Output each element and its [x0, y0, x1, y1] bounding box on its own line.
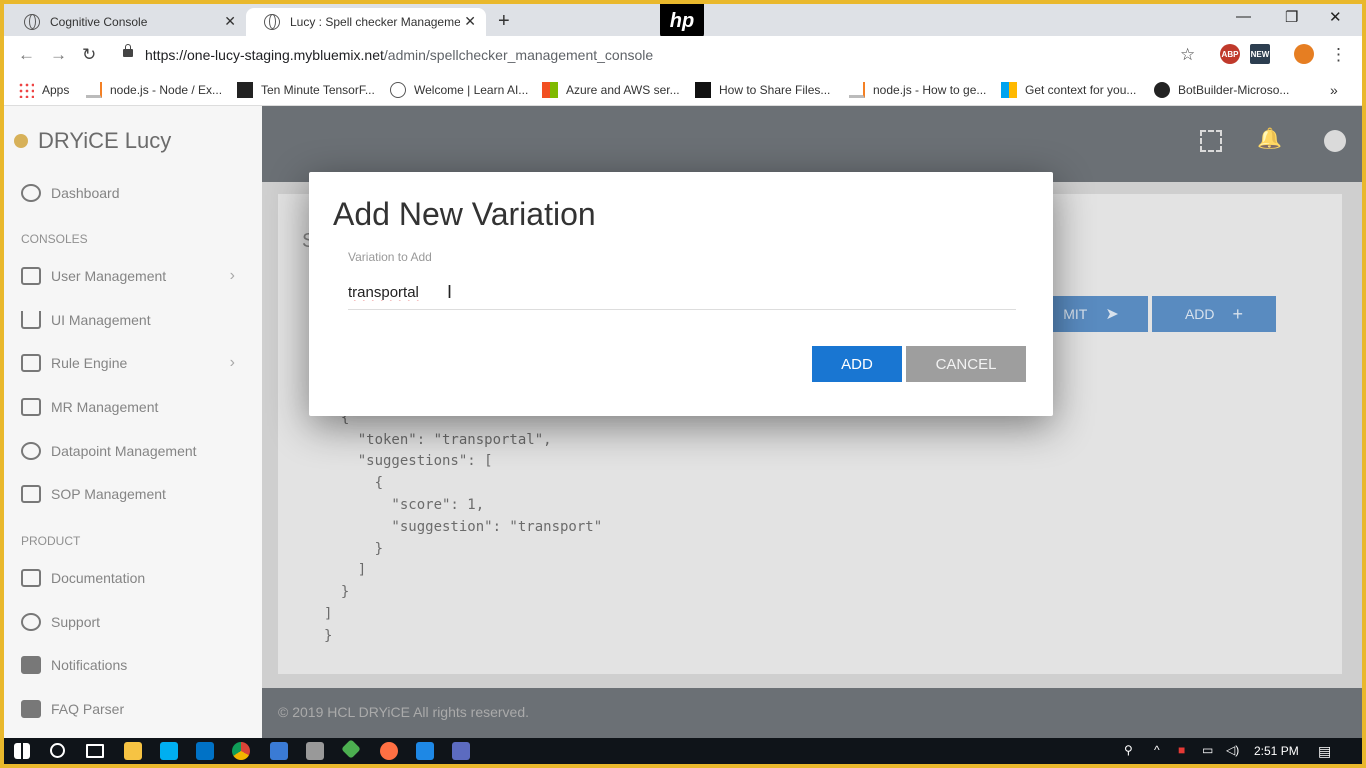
tray-chevron-icon[interactable]: ^	[1154, 743, 1160, 757]
news-extension-icon[interactable]: NEW	[1250, 44, 1270, 64]
more-bookmarks-button[interactable]: »	[1330, 82, 1338, 98]
hp-logo: hp	[660, 4, 704, 38]
stackoverflow-icon	[849, 82, 865, 98]
menu-kebab-icon[interactable]: ⋮	[1330, 45, 1347, 65]
bookmark-star-icon[interactable]: ☆	[1180, 45, 1195, 65]
network-app-icon[interactable]	[270, 742, 288, 760]
bookmark-apps[interactable]: Apps	[18, 82, 69, 98]
sourcetree-icon[interactable]	[341, 739, 361, 759]
tab-title: Lucy : Spell checker Managemen	[290, 15, 460, 29]
bookmark-learn-ai[interactable]: Welcome | Learn AI...	[390, 82, 528, 98]
screen-frame: Cognitive Console ✕ Lucy : Spell checker…	[4, 4, 1362, 764]
reload-icon[interactable]: ↻	[82, 45, 96, 65]
file-explorer-icon[interactable]	[124, 742, 142, 760]
window-close-icon[interactable]: ✕	[1329, 8, 1342, 26]
tab-title: Cognitive Console	[50, 15, 148, 29]
modal-overlay: Add New Variation Variation to Add I ADD…	[4, 106, 1362, 738]
bookmark-get-context[interactable]: Get context for you...	[1001, 82, 1136, 98]
address-bar[interactable]: https://one-lucy-staging.mybluemix.net/a…	[145, 47, 653, 63]
tools-app-icon[interactable]	[306, 742, 324, 760]
task-view-icon[interactable]	[86, 744, 104, 758]
bookmark-tensorflow[interactable]: Ten Minute TensorF...	[237, 82, 375, 98]
add-variation-button[interactable]: ADD	[812, 346, 902, 382]
add-variation-dialog: Add New Variation Variation to Add I ADD…	[309, 172, 1053, 416]
restore-icon[interactable]: ❐	[1285, 8, 1298, 26]
windows-taskbar: ⚲ ^ ■ ▭ ◁) 2:51 PM ▤	[4, 738, 1362, 764]
bookmark-share-files[interactable]: How to Share Files...	[695, 82, 830, 98]
windows-start-icon[interactable]	[14, 743, 30, 759]
dialog-title: Add New Variation	[333, 196, 596, 232]
lock-icon	[123, 44, 133, 57]
chrome-icon[interactable]	[232, 742, 250, 760]
volume-icon[interactable]: ◁)	[1226, 743, 1239, 757]
browser-tab-cognitive-console[interactable]: Cognitive Console ✕	[6, 8, 246, 36]
browser-toolbar: ← → ↻ https://one-lucy-staging.mybluemix…	[4, 36, 1362, 74]
bookmark-botbuilder[interactable]: BotBuilder-Microso...	[1154, 82, 1289, 98]
adblock-icon[interactable]: ABP	[1220, 44, 1240, 64]
htg-icon	[695, 82, 711, 98]
apps-grid-icon	[18, 82, 34, 98]
github-icon	[1154, 82, 1170, 98]
url-path: /admin/spellchecker_management_console	[383, 47, 654, 63]
variation-field-label: Variation to Add	[348, 250, 432, 264]
close-icon[interactable]: ✕	[464, 13, 476, 30]
battery-icon[interactable]: ▭	[1202, 743, 1213, 757]
skype-icon[interactable]	[160, 742, 178, 760]
bookmarks-bar: Apps node.js - Node / Ex... Ten Minute T…	[4, 74, 1362, 106]
browser-tab-lucy[interactable]: Lucy : Spell checker Managemen ✕	[246, 8, 486, 36]
profile-avatar-icon[interactable]	[1294, 44, 1314, 64]
bookmark-azure-aws[interactable]: Azure and AWS ser...	[542, 82, 680, 98]
minimize-icon[interactable]: —	[1236, 8, 1251, 25]
tensorflow-icon	[237, 82, 253, 98]
browser-tabstrip: Cognitive Console ✕ Lucy : Spell checker…	[4, 4, 1362, 38]
globe-icon	[390, 82, 406, 98]
cancel-button[interactable]: CANCEL	[906, 346, 1026, 382]
stackoverflow-icon	[86, 82, 102, 98]
security-tray-icon[interactable]: ■	[1178, 743, 1185, 757]
bookmark-node-express[interactable]: node.js - Node / Ex...	[86, 82, 222, 98]
outlook-icon[interactable]	[196, 742, 214, 760]
teams-icon[interactable]	[452, 742, 470, 760]
close-icon[interactable]: ✕	[224, 13, 236, 30]
globe-icon	[264, 14, 280, 30]
vscode-icon[interactable]	[416, 742, 434, 760]
people-icon[interactable]: ⚲	[1124, 743, 1133, 757]
new-tab-button[interactable]: +	[498, 10, 510, 33]
microsoft-icon	[1001, 82, 1017, 98]
forward-icon[interactable]: →	[50, 45, 67, 65]
microsoft-icon	[542, 82, 558, 98]
bookmark-node-how[interactable]: node.js - How to ge...	[849, 82, 986, 98]
taskbar-clock[interactable]: 2:51 PM	[1254, 744, 1299, 758]
text-cursor-icon: I	[447, 282, 453, 302]
globe-icon	[24, 14, 40, 30]
search-icon[interactable]	[50, 743, 65, 758]
url-host: https://one-lucy-staging.mybluemix.net	[145, 47, 384, 63]
action-center-icon[interactable]: ▤	[1318, 743, 1331, 760]
back-icon[interactable]: ←	[18, 45, 35, 65]
postman-icon[interactable]	[380, 742, 398, 760]
